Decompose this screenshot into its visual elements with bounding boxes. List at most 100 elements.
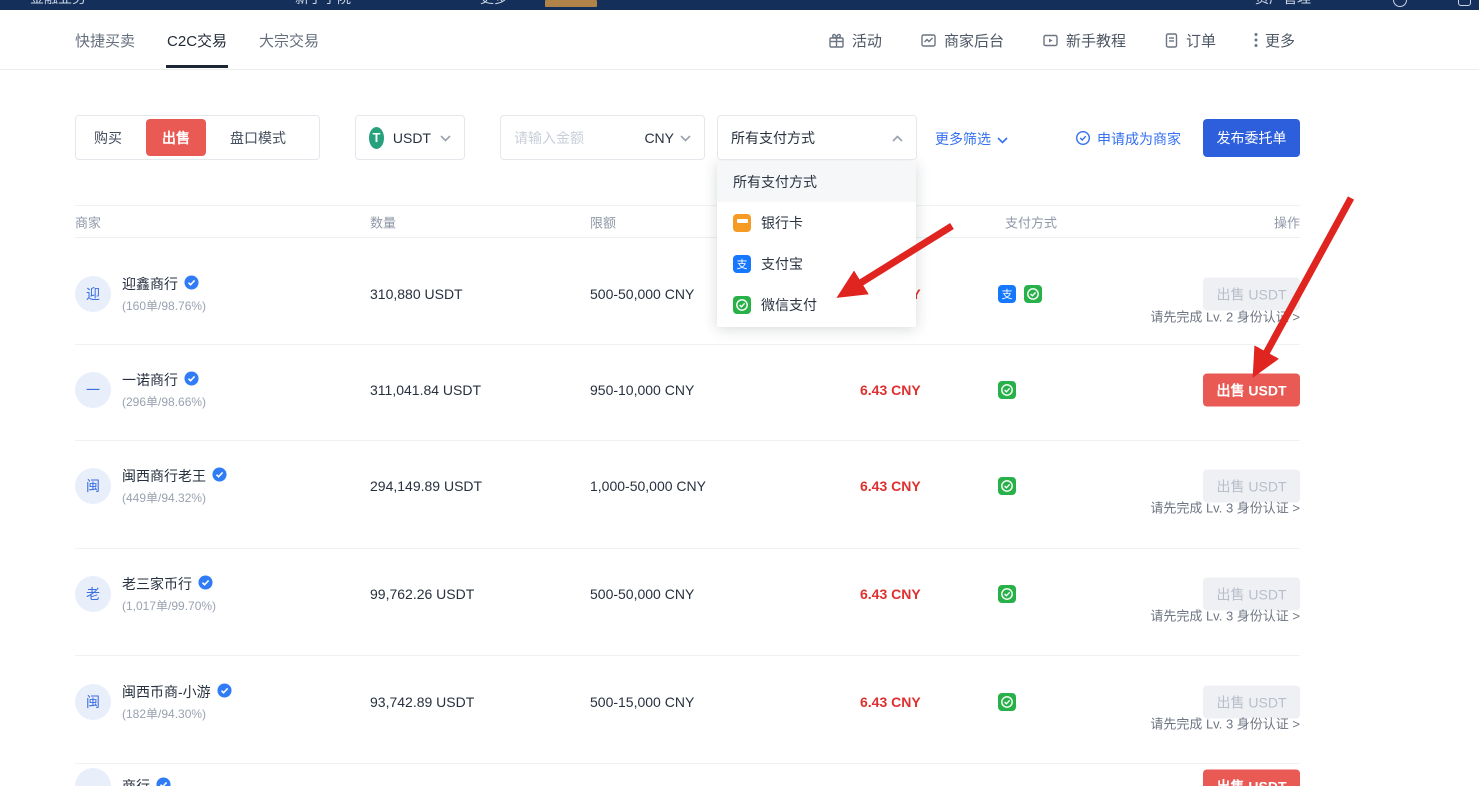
chevron-down-icon xyxy=(680,129,691,147)
limit-cell: 1,000-50,000 CNY xyxy=(590,478,706,494)
header-merchant: 商家 xyxy=(75,212,101,231)
apply-merchant-link[interactable]: 申请成为商家 xyxy=(1075,129,1181,149)
sell-button[interactable]: 出售 xyxy=(146,119,206,156)
price-cell: 6.43 CNY xyxy=(860,586,921,602)
table-row: 迎 迎鑫商行 (160单/98.76%) 310,880 USDT 500-50… xyxy=(75,238,1300,345)
topbar-item-academy[interactable]: 新手学院 xyxy=(295,0,351,8)
payment-icons xyxy=(998,477,1016,495)
price-cell: 6.43 CNY xyxy=(860,694,921,710)
payment-icons: 支 xyxy=(998,285,1042,303)
kyc-hint-link[interactable]: 请先完成 Lv. 2 身份认证 > xyxy=(1150,307,1300,326)
menu-item-activity[interactable]: 活动 xyxy=(828,30,882,51)
apply-merchant-label: 申请成为商家 xyxy=(1097,129,1181,149)
tab-c2c-trade[interactable]: C2C交易 xyxy=(167,10,227,70)
kyc-hint-link[interactable]: 请先完成 Lv. 3 身份认证 > xyxy=(1150,498,1300,517)
menu-item-orders[interactable]: 订单 xyxy=(1164,30,1216,51)
merchant-info[interactable]: 闽西商行老王 (449单/94.32%) xyxy=(122,466,227,506)
chevron-up-icon xyxy=(892,129,903,147)
tab-express-trade[interactable]: 快捷买卖 xyxy=(75,10,135,70)
amount-cell: 99,762.26 USDT xyxy=(370,586,474,602)
merchant-name: 闽西商行老王 xyxy=(122,466,206,486)
amount-input[interactable]: 请输入金额 xyxy=(514,128,644,148)
kyc-hint-link[interactable]: 请先完成 Lv. 3 身份认证 > xyxy=(1150,714,1300,733)
table-row: 一 一诺商行 (296单/98.66%) 311,041.84 USDT 950… xyxy=(75,345,1300,441)
menu-item-tutorial[interactable]: 新手教程 xyxy=(1042,30,1126,51)
verified-shield-icon xyxy=(1075,130,1091,149)
kyc-hint-link[interactable]: 请先完成 Lv. 3 身份认证 > xyxy=(1150,606,1300,625)
merchant-info[interactable]: 闽西币商-小游 (182单/94.30%) xyxy=(122,682,232,722)
merchant-avatar: 闽 xyxy=(75,684,111,720)
user-avatar-icon[interactable] xyxy=(1393,0,1407,7)
trade-side-switcher: 购买 出售 盘口模式 xyxy=(75,115,320,160)
amount-cell: 310,880 USDT xyxy=(370,286,463,302)
payment-select-value: 所有支付方式 xyxy=(731,128,892,148)
merchant-name: 一诺商行 xyxy=(122,370,178,390)
currency-select-value[interactable]: CNY xyxy=(644,130,674,146)
nav-menu: 活动 商家后台 新手教程 订单 更多 xyxy=(828,10,1295,70)
limit-cell: 500-15,000 CNY xyxy=(590,694,694,710)
topbar-item-assets[interactable]: 资产管理 xyxy=(1255,0,1311,8)
payment-icons xyxy=(998,585,1016,603)
menu-item-merchant-dashboard[interactable]: 商家后台 xyxy=(920,30,1004,51)
option-label: 银行卡 xyxy=(761,213,803,233)
merchant-avatar: 一 xyxy=(75,372,111,408)
gift-icon xyxy=(828,32,845,49)
wechat-pay-icon xyxy=(998,477,1016,495)
menu-label: 订单 xyxy=(1186,30,1216,51)
more-dots-icon xyxy=(1254,32,1258,48)
top-navbar: 金融业务 新手学院 更多 资产管理 xyxy=(0,0,1479,10)
orderbook-mode-button[interactable]: 盘口模式 xyxy=(212,116,304,159)
table-row: 商行 出售 USDT xyxy=(75,764,1300,786)
merchant-info[interactable]: 一诺商行 (296单/98.66%) xyxy=(122,370,206,410)
amount-cell: 294,149.89 USDT xyxy=(370,478,482,494)
option-bank-card[interactable]: 银行卡 xyxy=(717,202,916,243)
merchant-avatar: 老 xyxy=(75,576,111,612)
option-alipay[interactable]: 支 支付宝 xyxy=(717,243,916,284)
verified-badge-icon xyxy=(212,467,227,485)
buy-button[interactable]: 购买 xyxy=(76,116,140,159)
menu-label: 商家后台 xyxy=(944,30,1004,51)
menu-label: 更多 xyxy=(1265,30,1295,51)
coin-select[interactable]: T USDT xyxy=(355,115,465,160)
option-wechat-pay[interactable]: 微信支付 xyxy=(717,284,916,325)
secondary-navbar: 快捷买卖 C2C交易 大宗交易 活动 商家后台 新手教程 订单 xyxy=(0,10,1479,70)
merchant-avatar: 迎 xyxy=(75,276,111,312)
amount-filter: 请输入金额 CNY xyxy=(500,115,705,160)
wechat-pay-icon xyxy=(998,585,1016,603)
amount-cell: 311,041.84 USDT xyxy=(370,382,481,398)
merchant-name: 商行 xyxy=(122,776,150,786)
tab-block-trade[interactable]: 大宗交易 xyxy=(259,10,319,70)
chevron-down-icon xyxy=(440,129,451,147)
option-label: 支付宝 xyxy=(761,254,803,274)
amount-cell: 93,742.89 USDT xyxy=(370,694,474,710)
merchant-info[interactable]: 迎鑫商行 (160单/98.76%) xyxy=(122,274,206,314)
payment-method-select[interactable]: 所有支付方式 xyxy=(717,115,917,160)
trade-tabs: 快捷买卖 C2C交易 大宗交易 xyxy=(75,10,319,70)
more-filters-link[interactable]: 更多筛选 xyxy=(935,129,1008,149)
merchant-info[interactable]: 老三家币行 (1,017单/99.70%) xyxy=(122,574,216,614)
limit-cell: 950-10,000 CNY xyxy=(590,382,694,398)
merchant-avatar xyxy=(75,768,111,786)
coin-select-value: USDT xyxy=(393,130,431,146)
payment-method-dropdown: 所有支付方式 银行卡 支 支付宝 微信支付 xyxy=(717,161,916,327)
publish-order-button[interactable]: 发布委托单 xyxy=(1203,119,1300,157)
download-app-icon[interactable] xyxy=(1458,0,1471,6)
more-filters-label: 更多筛选 xyxy=(935,129,991,149)
menu-item-more[interactable]: 更多 xyxy=(1254,30,1295,51)
merchant-name: 闽西币商-小游 xyxy=(122,682,211,702)
topbar-item-finance[interactable]: 金融业务 xyxy=(30,0,86,8)
merchant-name: 迎鑫商行 xyxy=(122,274,178,294)
topbar-item-more[interactable]: 更多 xyxy=(480,0,508,8)
sell-usdt-button[interactable]: 出售 USDT xyxy=(1203,770,1300,786)
merchant-info[interactable]: 商行 xyxy=(122,776,171,786)
header-payment: 支付方式 xyxy=(1005,212,1057,231)
price-cell: 6.43 CNY xyxy=(860,382,921,398)
limit-cell: 500-50,000 CNY xyxy=(590,586,694,602)
sell-usdt-button[interactable]: 出售 USDT xyxy=(1203,374,1300,407)
table-row: 闽 闽西币商-小游 (182单/94.30%) 93,742.89 USDT 5… xyxy=(75,656,1300,764)
verified-badge-icon xyxy=(184,371,199,389)
menu-label: 新手教程 xyxy=(1066,30,1126,51)
merchant-stats: (1,017单/99.70%) xyxy=(122,597,216,614)
bank-card-icon xyxy=(733,214,751,232)
option-all-payment-methods[interactable]: 所有支付方式 xyxy=(717,161,916,202)
